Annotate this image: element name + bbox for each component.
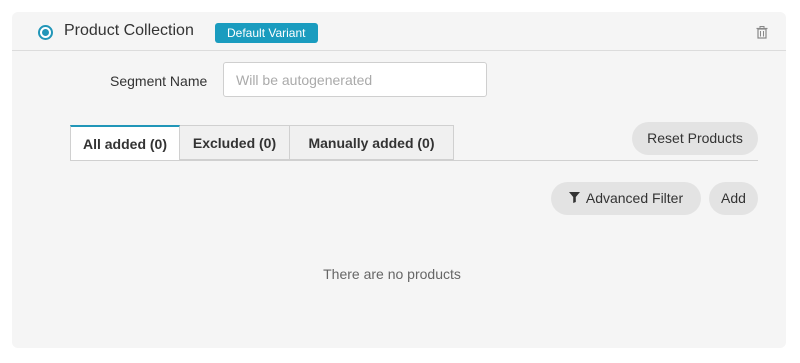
filter-icon (568, 192, 580, 204)
advanced-filter-button[interactable]: Advanced Filter (551, 182, 701, 215)
segment-name-label: Segment Name (110, 73, 208, 89)
tab-excluded[interactable]: Excluded (0) (180, 125, 290, 160)
trash-icon[interactable] (755, 25, 769, 39)
tab-manually-added[interactable]: Manually added (0) (290, 125, 454, 160)
default-variant-badge: Default Variant (215, 23, 318, 43)
empty-state-message: There are no products (323, 266, 461, 282)
add-button[interactable]: Add (709, 182, 758, 215)
select-radio[interactable] (38, 25, 53, 40)
advanced-filter-label: Advanced Filter (585, 190, 684, 206)
segment-name-input[interactable] (223, 62, 487, 97)
tab-all-added[interactable]: All added (0) (70, 125, 180, 161)
product-tabs: All added (0) Excluded (0) Manually adde… (70, 125, 454, 161)
reset-products-button[interactable]: Reset Products (632, 122, 758, 155)
card-header: Product Collection Default Variant (12, 12, 786, 51)
collection-title: Product Collection (64, 22, 194, 39)
tabs-divider (70, 160, 758, 161)
product-collection-card: Product Collection Default Variant Segme… (12, 12, 786, 348)
